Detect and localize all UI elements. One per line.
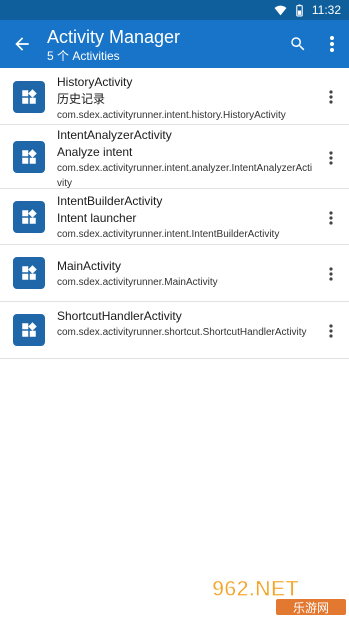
watermark-logo: 962.NET 乐游网 <box>211 575 346 615</box>
activity-name: IntentBuilderActivity <box>57 194 163 208</box>
widgets-icon <box>22 89 37 104</box>
widgets-icon <box>22 265 37 280</box>
app-icon <box>13 81 45 113</box>
more-vert-icon <box>330 36 334 52</box>
list-item[interactable]: IntentBuilderActivity Intent launcher co… <box>0 189 349 245</box>
item-menu-button[interactable] <box>324 88 338 106</box>
activity-name: IntentAnalyzerActivity <box>57 128 172 142</box>
search-button[interactable] <box>286 32 310 56</box>
watermark-main: 962.NET <box>212 576 299 601</box>
app-icon <box>13 141 45 173</box>
page-subtitle: 5 个 Activities <box>47 49 120 63</box>
back-button[interactable] <box>8 30 36 58</box>
list-item[interactable]: HistoryActivity 历史记录 com.sdex.activityru… <box>0 68 349 125</box>
item-menu-button[interactable] <box>324 149 338 167</box>
activity-package: com.sdex.activityrunner.MainActivity <box>57 277 218 288</box>
more-vert-icon <box>329 211 333 225</box>
activity-label: 历史记录 <box>57 92 106 106</box>
title-block: Activity Manager 5 个 Activities <box>47 26 180 64</box>
watermark-sub: 乐游网 <box>293 601 329 615</box>
wifi-icon <box>274 5 287 15</box>
widgets-icon <box>22 149 37 164</box>
page-title: Activity Manager <box>47 27 181 47</box>
app-icon <box>13 257 45 289</box>
activity-package: com.sdex.activityrunner.intent.analyzer.… <box>57 163 313 189</box>
activity-package: com.sdex.activityrunner.shortcut.Shortcu… <box>57 327 307 338</box>
activity-list: HistoryActivity 历史记录 com.sdex.activityru… <box>0 68 349 359</box>
search-icon <box>291 37 305 51</box>
arrow-left-icon <box>15 37 29 51</box>
app-icon <box>13 314 45 346</box>
list-item[interactable]: IntentAnalyzerActivity Analyze intent co… <box>0 125 349 189</box>
list-item[interactable]: MainActivity com.sdex.activityrunner.Mai… <box>0 245 349 302</box>
item-menu-button[interactable] <box>324 322 338 340</box>
overflow-menu-button[interactable] <box>322 32 342 56</box>
activity-name: MainActivity <box>57 259 122 273</box>
status-bar: 11:32 <box>0 0 349 20</box>
more-vert-icon <box>329 151 333 165</box>
activity-name: HistoryActivity <box>57 75 133 89</box>
item-menu-button[interactable] <box>324 265 338 283</box>
battery-icon <box>296 4 303 16</box>
activity-name: ShortcutHandlerActivity <box>57 309 182 323</box>
app-bar: Activity Manager 5 个 Activities <box>0 20 349 68</box>
app-icon <box>13 201 45 233</box>
more-vert-icon <box>329 267 333 281</box>
list-item[interactable]: ShortcutHandlerActivity com.sdex.activit… <box>0 302 349 359</box>
activity-label: Intent launcher <box>57 211 137 225</box>
item-menu-button[interactable] <box>324 209 338 227</box>
activity-label: Analyze intent <box>57 145 133 159</box>
widgets-icon <box>22 322 37 337</box>
activity-package: com.sdex.activityrunner.intent.history.H… <box>57 110 286 121</box>
widgets-icon <box>22 209 37 224</box>
more-vert-icon <box>329 324 333 338</box>
activity-package: com.sdex.activityrunner.intent.IntentBui… <box>57 229 280 240</box>
status-time: 11:32 <box>311 3 341 17</box>
more-vert-icon <box>329 90 333 104</box>
